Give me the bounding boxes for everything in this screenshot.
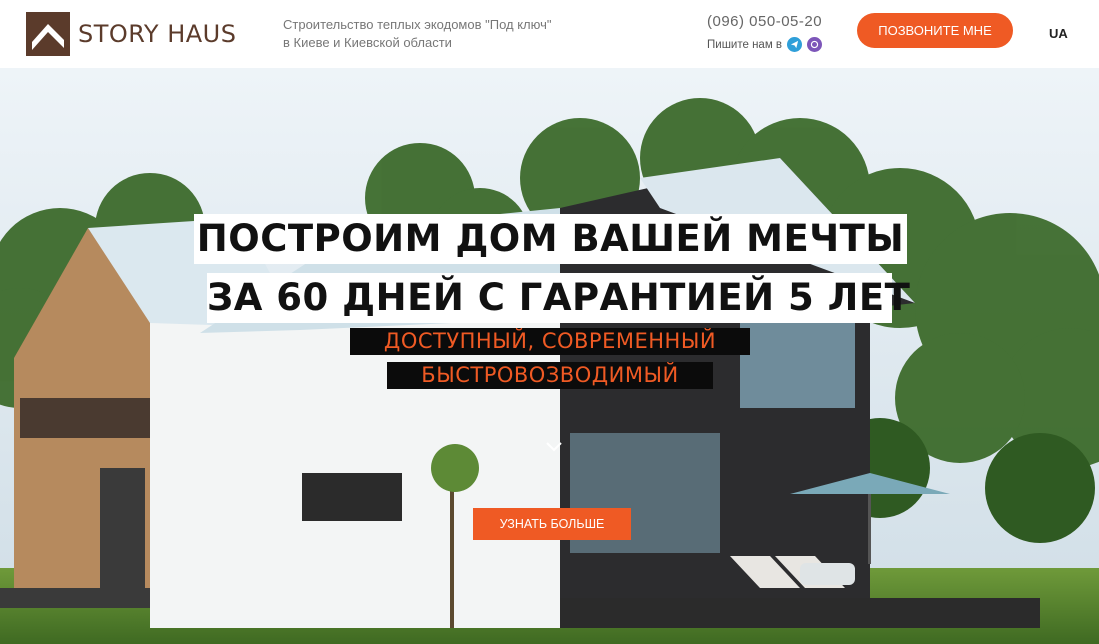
telegram-icon[interactable]: [787, 37, 803, 52]
hero-section: ПОСТРОИМ ДОМ ВАШЕЙ МЕЧТЫ ЗА 60 ДНЕЙ С ГА…: [0, 68, 1099, 644]
hero-headline-line-1: ПОСТРОИМ ДОМ ВАШЕЙ МЕЧТЫ: [194, 214, 907, 264]
chevron-down-icon[interactable]: [545, 440, 563, 458]
learn-more-button[interactable]: УЗНАТЬ БОЛЬШЕ: [473, 508, 631, 540]
house-logo-icon: [26, 12, 70, 56]
hero-background-image: [0, 68, 1099, 644]
call-me-button[interactable]: ПОЗВОНИТЕ МНЕ: [857, 13, 1013, 48]
phone-link[interactable]: (096) 050-05-20: [707, 13, 822, 30]
messenger-row: Пишите нам в: [707, 37, 823, 52]
hero-headline-line-2: ЗА 60 ДНЕЙ С ГАРАНТИЕЙ 5 ЛЕТ: [207, 273, 910, 323]
tagline-line-1: Строительство теплых экодомов "Под ключ": [283, 17, 552, 32]
hero-subheadline-line-2: БЫСТРОВОЗВОДИМЫЙ: [387, 362, 713, 389]
viber-icon[interactable]: [807, 37, 823, 52]
hero-subheadline-line-1: ДОСТУПНЫЙ, СОВРЕМЕННЫЙ: [350, 328, 750, 355]
contact-block: (096) 050-05-20 Пишите нам в: [707, 13, 823, 52]
site-header: STORY HAUS Строительство теплых экодомов…: [0, 0, 1099, 68]
write-us-label: Пишите нам в: [707, 38, 783, 51]
tagline: Строительство теплых экодомов "Под ключ"…: [283, 16, 552, 52]
logo[interactable]: STORY HAUS: [26, 12, 236, 56]
tagline-line-2: в Киеве и Киевской области: [283, 35, 452, 50]
language-switch[interactable]: UA: [1049, 26, 1068, 41]
logo-text: STORY HAUS: [78, 20, 237, 48]
